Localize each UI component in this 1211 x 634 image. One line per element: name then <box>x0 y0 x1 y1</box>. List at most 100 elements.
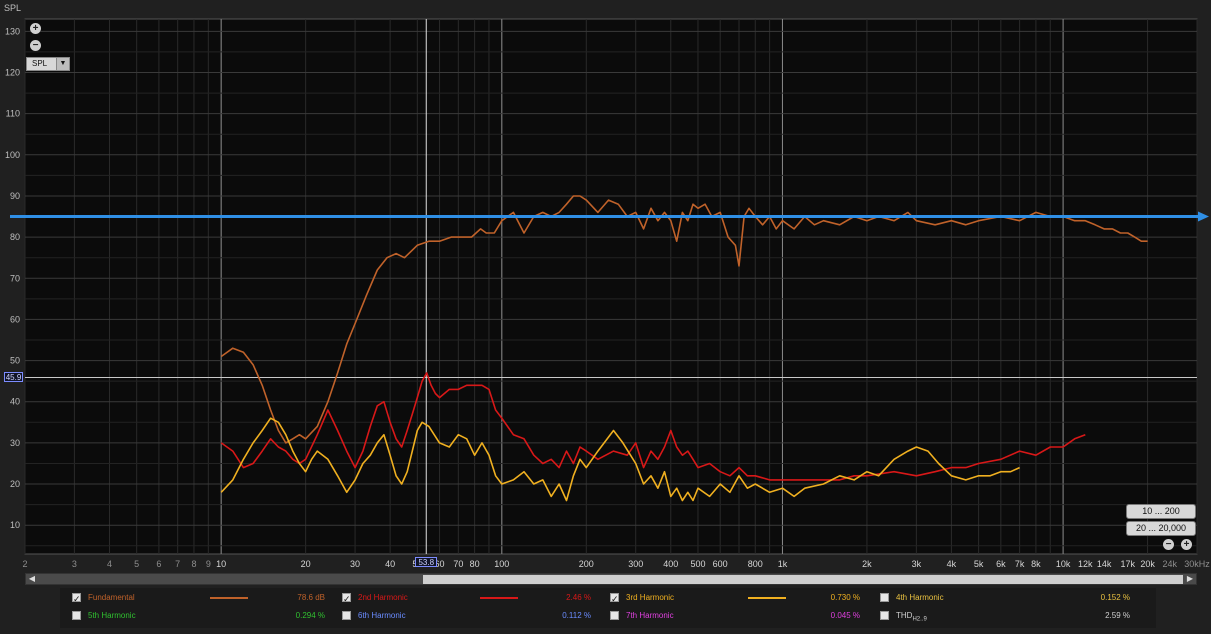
x-tick-label: 2 <box>22 559 27 569</box>
plot-area <box>24 18 1198 555</box>
x-tick-label: 600 <box>713 559 728 569</box>
scroll-left-icon[interactable]: ◀ <box>27 574 37 584</box>
legend-item: 5th Harmonic 0.294 % <box>72 608 332 624</box>
x-tick-label: 7 <box>175 559 180 569</box>
x-tick-label: 17k <box>1121 559 1136 569</box>
spl-dropdown[interactable]: SPL ▼ <box>26 57 70 71</box>
x-tick-label: 800 <box>748 559 763 569</box>
range-10-200-button[interactable]: 10 ... 200 <box>1126 504 1196 519</box>
legend-label: Fundamental <box>88 593 135 602</box>
x-tick-label: 6 <box>156 559 161 569</box>
x-tick-label: 14k <box>1097 559 1112 569</box>
legend-item: 2nd Harmonic 2.46 % <box>342 590 602 607</box>
x-tick-label: 6k <box>996 559 1006 569</box>
x-tick-label: 100 <box>494 559 509 569</box>
x-tick-label: 30kHz <box>1184 559 1210 569</box>
x-tick-label: 10k <box>1056 559 1071 569</box>
legend-label: 2nd Harmonic <box>358 593 408 602</box>
legend-swatch <box>748 597 786 599</box>
y-tick-label: 110 <box>6 109 20 119</box>
cursor-x-readout: 53.8 <box>415 557 438 567</box>
x-tick-label: 3 <box>72 559 77 569</box>
y-tick-label: 130 <box>5 26 20 36</box>
horizontal-scrollbar[interactable]: ◀ ▶ <box>25 573 1197 585</box>
y-tick-label: 40 <box>10 397 20 407</box>
x-tick-label: 4 <box>107 559 112 569</box>
legend-value: 78.6 dB <box>297 593 325 602</box>
legend-checkbox[interactable] <box>610 611 619 620</box>
legend-checkbox[interactable] <box>342 611 351 620</box>
legend-label: 3rd Harmonic <box>626 593 675 602</box>
legend-value: 0.294 % <box>295 611 325 620</box>
legend-item: 3rd Harmonic 0.730 % <box>610 590 870 607</box>
scroll-right-icon[interactable]: ▶ <box>1185 574 1195 584</box>
zoom-in-icon[interactable]: + <box>30 23 41 34</box>
spl-dropdown-value: SPL <box>32 59 48 68</box>
x-tick-label: 12k <box>1078 559 1093 569</box>
x-tick-label: 8 <box>191 559 196 569</box>
spl-frequency-chart[interactable]: 102030405060708090100110120130SPL2 3 4 5 6 7 8… <box>0 0 1211 634</box>
x-tick-label: 20 <box>301 559 311 569</box>
legend-swatch <box>210 597 248 599</box>
y-tick-label: 90 <box>10 191 20 201</box>
x-tick-label: 7k <box>1015 559 1025 569</box>
y-tick-label: 100 <box>5 150 20 160</box>
x-tick-label: 5k <box>974 559 984 569</box>
scrollbar-thumb[interactable] <box>423 575 1183 584</box>
x-tick-label: 500 <box>690 559 705 569</box>
legend-item: 6th Harmonic 0.112 % <box>342 608 602 624</box>
legend-label: 4th Harmonic <box>896 593 944 602</box>
arrow-head-icon <box>1198 211 1209 222</box>
analyzer-window: 10 20 30 40 50 60 70 80 90 100 110 120 130 SPL 2 3 4 5 6 7 8… <box>0 0 1211 634</box>
legend-value: 2.59 % <box>1105 611 1130 620</box>
x-tick-label: 80 <box>470 559 480 569</box>
y-tick-label: 30 <box>10 438 20 448</box>
y-tick-label: 20 <box>10 479 20 489</box>
legend-checkbox[interactable] <box>342 591 351 607</box>
x-tick-label: 5 <box>134 559 139 569</box>
x-tick-label: 70 <box>453 559 463 569</box>
legend-panel: Fundamental 78.6 dB 2nd Harmonic 2.46 % 3rd … <box>60 588 1156 628</box>
legend-item: 7th Harmonic 0.045 % <box>610 608 870 624</box>
x-tick-label: 10 <box>216 559 226 569</box>
legend-checkbox[interactable] <box>72 611 81 620</box>
y-tick-label: 120 <box>5 68 20 78</box>
range-20-20000-button[interactable]: 20 ... 20,000 <box>1126 521 1196 536</box>
x-tick-label: 400 <box>663 559 678 569</box>
legend-value: 2.46 % <box>566 593 591 602</box>
x-tick-label: 2k <box>862 559 872 569</box>
zoom-out-icon[interactable]: − <box>30 40 41 51</box>
legend-label: THDH2..9 <box>896 611 927 623</box>
legend-checkbox[interactable] <box>610 591 619 607</box>
legend-checkbox[interactable] <box>880 611 889 620</box>
legend-item: 4th Harmonic 0.152 % <box>880 590 1140 606</box>
legend-checkbox[interactable] <box>880 593 889 602</box>
x-tick-label: 30 <box>350 559 360 569</box>
x-tick-label: 20k <box>1140 559 1155 569</box>
y-tick-label: 50 <box>10 356 20 366</box>
legend-label-subscript: H2..9 <box>912 616 927 623</box>
x-tick-label: 9 <box>206 559 211 569</box>
y-tick-label: 80 <box>10 232 20 242</box>
legend-label: 5th Harmonic <box>88 611 136 620</box>
legend-value: 0.045 % <box>830 611 860 620</box>
legend-checkbox[interactable] <box>72 591 81 607</box>
x-tick-label: 300 <box>628 559 643 569</box>
legend-label: 7th Harmonic <box>626 611 674 620</box>
legend-item: Fundamental 78.6 dB <box>72 590 332 607</box>
zoom-in-x-icon[interactable]: + <box>1181 539 1192 550</box>
cursor-y-readout: 45.9 <box>4 372 23 383</box>
x-tick-label: 8k <box>1031 559 1041 569</box>
legend-value: 0.152 % <box>1100 593 1130 602</box>
y-axis-label: SPL <box>4 3 21 13</box>
x-tick-label: 4k <box>947 559 957 569</box>
x-tick-label: 200 <box>579 559 594 569</box>
legend-label: 6th Harmonic <box>358 611 406 620</box>
y-tick-label: 60 <box>10 314 20 324</box>
zoom-out-x-icon[interactable]: − <box>1163 539 1174 550</box>
x-tick-label: 3k <box>912 559 922 569</box>
y-tick-label: 70 <box>10 273 20 283</box>
x-tick-label: 24k <box>1163 559 1178 569</box>
x-tick-label: 40 <box>385 559 395 569</box>
chevron-down-icon: ▼ <box>56 58 69 70</box>
